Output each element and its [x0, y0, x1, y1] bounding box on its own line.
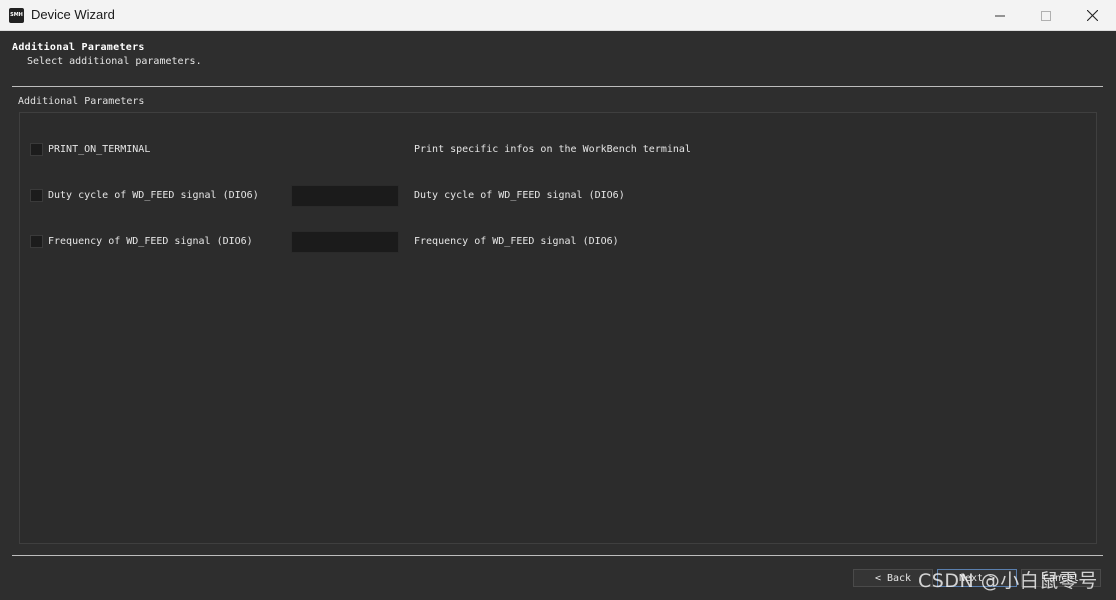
checkbox-duty-cycle[interactable]: [30, 189, 43, 202]
parameters-group-box: [19, 112, 1097, 544]
device-wizard-window: SMH Device Wizard Additional Parameters …: [0, 0, 1116, 600]
minimize-icon: [995, 15, 1005, 16]
maximize-button[interactable]: [1023, 0, 1069, 31]
param-desc-duty-cycle: Duty cycle of WD_FEED signal (DIO6): [414, 190, 625, 201]
maximize-icon: [1041, 10, 1051, 21]
param-label-print-on-terminal: PRINT_ON_TERMINAL: [48, 144, 151, 155]
watermark: CSDN @小白鼠零号: [918, 570, 1098, 592]
checkbox-frequency[interactable]: [30, 235, 43, 248]
window-title: Device Wizard: [31, 7, 115, 22]
close-icon: [1086, 10, 1098, 21]
close-button[interactable]: [1069, 0, 1115, 31]
group-title: Additional Parameters: [18, 96, 145, 107]
param-label-duty-cycle: Duty cycle of WD_FEED signal (DIO6): [48, 190, 259, 201]
header-divider: [12, 86, 1103, 87]
param-label-frequency: Frequency of WD_FEED signal (DIO6): [48, 236, 253, 247]
minimize-button[interactable]: [977, 0, 1023, 31]
frequency-input[interactable]: [291, 231, 399, 253]
page-subtitle: Select additional parameters.: [27, 56, 202, 67]
back-button-label: < Back: [874, 572, 912, 584]
app-icon: SMH: [9, 8, 24, 23]
param-desc-print-on-terminal: Print specific infos on the WorkBench te…: [414, 144, 691, 155]
title-bar: SMH Device Wizard: [0, 0, 1116, 31]
footer-divider: [12, 555, 1103, 556]
checkbox-print-on-terminal[interactable]: [30, 143, 43, 156]
duty-cycle-input[interactable]: [291, 185, 399, 207]
param-desc-frequency: Frequency of WD_FEED signal (DIO6): [414, 236, 619, 247]
page-title: Additional Parameters: [12, 42, 145, 53]
